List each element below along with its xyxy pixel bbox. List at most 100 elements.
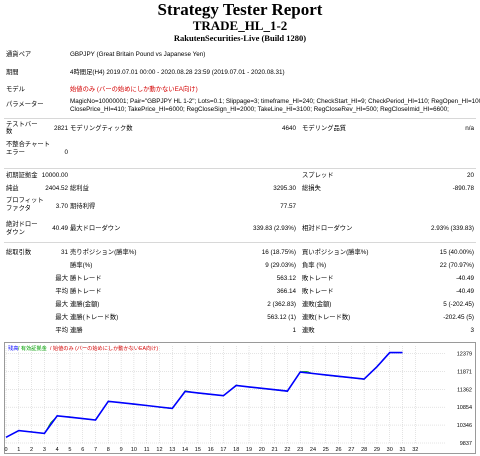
maxdd-label: 最大ドローダウン [70,225,121,232]
x-tick-label: 0 [4,447,7,453]
cons-loss-value: -202.45 (5) [443,314,474,321]
deposit-value: 10000.00 [41,172,68,179]
avg-win-value: 366.14 [276,288,296,295]
x-tick-label: 9 [120,447,123,453]
x-tick-label: 4 [56,447,59,453]
period-label: 期間 [6,69,19,76]
grossprofit-label: 総利益 [70,185,89,192]
x-tick-label: 23 [297,447,303,453]
deposit-label: 初期証拠金 [6,172,38,179]
x-tick-label: 21 [272,447,278,453]
x-tick-label: 22 [284,447,290,453]
long-positions-value: 15 (40.00%) [439,249,474,256]
server-name: RakutenSecurities-Live (Build 1280) [173,33,307,43]
cons-wins-value: 2 (362.83) [267,301,296,308]
avg-loss-label: 敗トレード [302,288,334,295]
params-line-2: ClosePrice_HI=410; TakePrice_HI=6000; Re… [70,106,449,113]
x-tick-label: 32 [412,447,418,453]
spread-value: 20 [466,172,474,179]
win-rate-value: 9 (29.03%) [265,262,296,269]
total-trades-value: 31 [60,249,68,256]
loss-rate-label: 負率 (%) [302,262,327,269]
x-tick-label: 16 [208,447,214,453]
legend-equity: / 有効証拠金 [18,344,48,352]
grossprofit-value: 3295.30 [273,185,296,192]
x-tick-label: 31 [399,447,405,453]
x-tick-label: 5 [68,447,71,453]
chart-frame [4,342,476,454]
quality-label: モデリング品質 [302,125,347,132]
absdd-value: 40.49 [52,225,68,232]
period-value: 4時間足(H4) 2019.07.01 00:00 - 2020.08.28 2… [70,69,285,76]
model-label: モデル [6,86,25,93]
cons-losses-label: 連敗(金額) [302,301,332,308]
avg-cons-losses-value: 3 [470,327,474,334]
x-tick-label: 20 [259,447,265,453]
params-label: パラメーター [6,101,44,108]
maxdd-value: 339.83 (2.93%) [252,225,296,232]
x-tick-label: 19 [246,447,252,453]
x-tick-label: 30 [387,447,393,453]
total-trades-label: 総取引数 [6,249,32,256]
max-label: 最大 [55,275,68,282]
cons-losses-value: 5 (-202.45) [443,301,474,308]
short-positions-label: 売りポジション(勝率%) [70,249,137,256]
cons-profit-label: 連勝(トレード数) [70,314,119,321]
x-tick-label: 3 [43,447,46,453]
avg-cons-wins-label: 連勝 [70,327,83,334]
average-label: 平均 [55,288,68,295]
y-tick-label: 11871 [457,369,472,375]
spread-label: スプレッド [302,172,334,179]
x-tick-label: 6 [81,447,84,453]
max-label: 最大 [55,314,68,321]
loss-rate-value: 22 (70.97%) [439,262,474,269]
win-rate-label: 勝率(%) [70,262,93,269]
divider [4,118,476,119]
divider [4,242,476,243]
legend-note: / 始値のみ (バーの始めにしか動かないEA向け) [50,344,158,352]
symbol-label: 通貨ペア [6,51,32,58]
x-tick-label: 2 [30,447,33,453]
expected-value: 77.57 [280,203,296,210]
max-label: 最大 [55,301,68,308]
model-value: 始値のみ (バーの始めにしか動かないEA向け) [70,86,198,93]
x-tick-label: 11 [144,447,150,453]
avg-win-label: 勝トレード [70,288,102,295]
x-tick-label: 25 [323,447,329,453]
long-positions-label: 買いポジション(勝率%) [302,249,369,256]
cons-profit-value: 563.12 (1) [267,314,296,321]
x-tick-label: 1 [17,447,20,453]
short-positions-value: 16 (18.75%) [261,249,296,256]
largest-win-value: 563.12 [276,275,296,282]
netprofit-label: 純益 [6,185,19,192]
y-tick-label: 11362 [457,387,472,393]
avg-cons-losses-label: 連敗 [302,327,315,334]
x-tick-label: 8 [107,447,110,453]
largest-loss-label: 敗トレード [302,275,334,282]
bars-label: テストバー数 [6,121,38,135]
x-tick-label: 29 [374,447,380,453]
params-line-1: MagicNo=10000001; Pair="GBPJPY HL 1-2"; … [70,98,480,105]
x-tick-label: 12 [156,447,162,453]
pf-value: 3.70 [55,203,68,210]
balance-chart: 0 1 2 3 4 5 6 7 8 9 10 11 12 13 14 15 16 17 18 19 20 21 22 23 24… [4,342,476,454]
bars-value: 2821 [53,125,68,132]
x-tick-label: 28 [361,447,367,453]
x-tick-label: 13 [169,447,175,453]
largest-loss-value: -40.49 [456,275,474,282]
reldd-label: 相対ドローダウン [302,225,353,232]
report-title: Strategy Tester Report [157,0,323,19]
cons-wins-label: 連勝(金額) [70,301,100,308]
expected-label: 期待利得 [70,203,96,210]
ticks-value: 4640 [281,125,296,132]
reldd-value: 2.93% (339.83) [430,225,474,232]
netprofit-value: 2404.52 [45,185,68,192]
mismatch-value: 0 [64,149,68,156]
balance-chart-svg: 0 1 2 3 4 5 6 7 8 9 10 11 12 13 14 15 16 17 18 19 20 21 22 23 24… [4,342,476,454]
y-tick-label: 10346 [457,423,472,429]
grossloss-value: -890.78 [452,185,474,192]
x-tick-label: 7 [94,447,97,453]
cons-loss-label: 連敗(トレード数) [302,314,351,321]
grossloss-label: 総損失 [302,185,321,192]
ticks-label: モデリングティック数 [70,125,133,132]
